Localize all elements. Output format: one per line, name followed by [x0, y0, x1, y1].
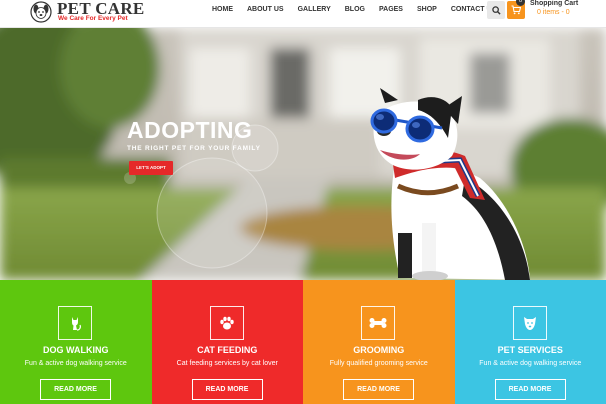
service-description: Fully qualified grooming service: [329, 360, 428, 367]
service-description: Fun & active dog walking service: [479, 360, 582, 367]
nav-blog[interactable]: BLOG: [345, 5, 365, 19]
dog-logo-icon: [30, 1, 52, 23]
dog-face-icon: [512, 306, 547, 340]
hero-subtitle: THE RIGHT PET FOR YOUR FAMILY: [127, 145, 261, 152]
service-cat-feeding: CAT FEEDING Cat feeding services by cat …: [151, 280, 303, 404]
read-more-button[interactable]: READ MORE: [343, 379, 414, 400]
service-dog-walking: DOG WALKING Fun & active dog walking ser…: [0, 280, 152, 404]
main-nav: HOME ABOUT US GALLERY BLOG PAGES SHOP CO…: [212, 5, 510, 19]
hero-banner: ADOPTING THE RIGHT PET FOR YOUR FAMILY L…: [0, 28, 606, 280]
cart-icon: [511, 5, 521, 15]
site-logo[interactable]: PET CARE We Care For Every Pet: [30, 0, 144, 27]
service-description: Cat feeding services by cat lover: [176, 360, 278, 367]
service-title: DOG WALKING: [43, 345, 109, 355]
service-pet-services: PET SERVICES Fun & active dog walking se…: [454, 280, 606, 404]
nav-about-us[interactable]: ABOUT US: [247, 5, 284, 19]
paw-icon: [209, 306, 244, 340]
nav-home[interactable]: HOME: [212, 5, 233, 19]
nav-pages[interactable]: PAGES: [379, 5, 403, 19]
hero-title: ADOPTING: [127, 117, 253, 143]
service-title: CAT FEEDING: [197, 345, 258, 355]
search-button[interactable]: [487, 1, 505, 19]
service-title: GROOMING: [353, 345, 405, 355]
search-icon: [491, 5, 501, 15]
brand-tagline: We Care For Every Pet: [58, 15, 128, 22]
nav-gallery[interactable]: GALLERY: [298, 5, 331, 19]
cart-summary[interactable]: 0 items - 0: [537, 9, 570, 16]
read-more-button[interactable]: READ MORE: [494, 379, 566, 400]
lets-adopt-button[interactable]: LET'S ADOPT: [129, 161, 173, 175]
hero-background-image: [0, 28, 606, 280]
bone-icon: [361, 306, 395, 340]
service-description: Fun & active dog walking service: [24, 360, 127, 367]
read-more-button[interactable]: READ MORE: [40, 379, 111, 400]
read-more-button[interactable]: READ MORE: [191, 379, 263, 400]
cart-title[interactable]: Shopping Cart: [530, 0, 578, 7]
services-section: DOG WALKING Fun & active dog walking ser…: [0, 280, 606, 404]
cat-icon: [58, 306, 92, 340]
service-title: PET SERVICES: [497, 345, 563, 355]
nav-shop[interactable]: SHOP: [417, 5, 437, 19]
service-grooming: GROOMING Fully qualified grooming servic…: [303, 280, 455, 404]
site-header: PET CARE We Care For Every Pet HOME ABOU…: [0, 0, 606, 28]
